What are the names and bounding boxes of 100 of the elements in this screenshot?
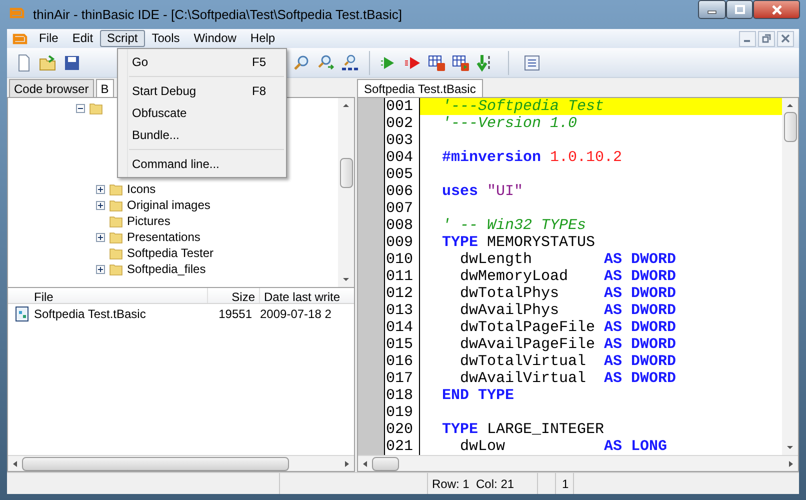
checklist-icon[interactable]	[523, 54, 541, 72]
mdi-close-button[interactable]	[777, 30, 794, 46]
line-number: 016	[384, 353, 420, 370]
code-line: ' -- Win32 TYPEs	[442, 217, 586, 234]
editor-scrollbar-horizontal[interactable]	[358, 455, 798, 471]
tree-item[interactable]: Presentations	[127, 228, 200, 246]
tree-item[interactable]: Softpedia Tester	[127, 244, 214, 262]
locked-table-icon[interactable]	[452, 54, 470, 72]
column-header[interactable]: File	[8, 288, 208, 303]
menu-option[interactable]: Start Debug F8	[118, 80, 286, 102]
line-number: 003	[384, 132, 420, 149]
mdi-minimize-button[interactable]	[739, 30, 756, 46]
window-title: thinAir - thinBasic IDE - [C:\Softpedia\Test\Softpedia Test.tBasic]	[33, 6, 402, 24]
maximize-button[interactable]	[726, 0, 753, 19]
line-number: 006	[384, 183, 420, 200]
scrollbar-thumb[interactable]	[372, 456, 399, 470]
line-number: 002	[384, 115, 420, 132]
expand-icon[interactable]	[96, 184, 105, 194]
menu-item[interactable]: Script	[100, 30, 145, 47]
folder-icon	[109, 214, 123, 228]
menu-item[interactable]: File	[32, 30, 66, 47]
folder-icon	[109, 198, 123, 212]
folder-icon	[109, 182, 123, 196]
menu-item[interactable]: Help	[243, 30, 282, 47]
restore-icon	[762, 34, 771, 43]
save-icon[interactable]	[63, 54, 81, 72]
app-logo-icon	[9, 7, 25, 19]
panel-tab[interactable]: B	[96, 79, 114, 97]
tree-item[interactable]: Original images	[127, 196, 210, 214]
tree-item[interactable]: Pictures	[127, 212, 170, 230]
scrollbar-thumb[interactable]	[340, 158, 352, 188]
folder-icon	[109, 230, 123, 244]
code-line: dwMemoryLoad AS DWORD	[459, 268, 676, 285]
menu-option[interactable]: Command line...	[118, 153, 286, 175]
line-number: 020	[384, 421, 420, 438]
code-line: TYPE LARGE_INTEGER	[442, 421, 604, 438]
folder-icon	[109, 262, 123, 276]
menu-item[interactable]: Edit	[65, 30, 100, 47]
open-folder-icon[interactable]	[39, 54, 57, 72]
code-line: dwAvailPhys AS DWORD	[459, 302, 676, 319]
table-cell-text: 2009-07-18 2	[259, 306, 332, 323]
line-number: 011	[384, 268, 420, 285]
code-line: #minversion 1.0.10.2	[442, 149, 622, 166]
expand-icon[interactable]	[96, 200, 105, 210]
cursor-position: Row: 1 Col: 21	[428, 473, 538, 494]
table-cell-text: 19551	[218, 306, 253, 323]
app-logo-icon	[12, 32, 28, 44]
tree-scrollbar[interactable]	[338, 98, 354, 287]
line-number: 021	[384, 438, 420, 455]
line-number: 001	[384, 98, 420, 115]
scrollbar-thumb[interactable]	[22, 456, 289, 470]
scrollbar-thumb[interactable]	[784, 112, 796, 142]
line-number: 014	[384, 319, 420, 336]
line-number: 019	[384, 404, 420, 421]
code-line: dwAvailVirtual AS DWORD	[459, 370, 676, 387]
menu-item[interactable]: Window	[186, 30, 244, 47]
status-field: 1	[556, 473, 574, 494]
code-line: uses "UI"	[442, 183, 524, 200]
code-line: dwTotalPageFile AS DWORD	[459, 319, 676, 336]
panel-tab[interactable]: Code browser	[9, 79, 94, 97]
line-number: 008	[384, 217, 420, 234]
expand-icon[interactable]	[96, 264, 105, 274]
code-line: TYPE MEMORYSTATUS	[442, 234, 596, 251]
menu-option[interactable]: Obfuscate	[118, 102, 286, 124]
search-icon[interactable]	[293, 54, 311, 72]
expand-icon[interactable]	[96, 232, 105, 242]
replace-icon[interactable]	[341, 54, 359, 72]
file-icon	[14, 306, 30, 322]
mdi-restore-button[interactable]	[758, 30, 775, 46]
menu-option[interactable]: Go F5	[118, 51, 286, 73]
menu-option[interactable]: Bundle...	[118, 124, 286, 146]
close-icon	[781, 34, 790, 43]
folder-icon	[109, 246, 123, 260]
close-icon	[770, 4, 782, 14]
locked-table-icon[interactable]	[428, 54, 446, 72]
tree-item[interactable]: Icons	[127, 180, 156, 198]
code-line: dwAvailPageFile AS DWORD	[459, 336, 676, 353]
find-next-icon[interactable]	[317, 54, 335, 72]
minimize-button[interactable]	[698, 0, 726, 19]
list-scrollbar[interactable]	[8, 455, 354, 471]
line-number: 013	[384, 302, 420, 319]
code-line: dwTotalPhys AS DWORD	[459, 285, 676, 302]
close-button[interactable]	[753, 0, 800, 19]
code-line: '---Version 1.0	[442, 115, 578, 132]
collapse-icon[interactable]	[76, 104, 85, 112]
menu-item[interactable]: Tools	[144, 30, 187, 47]
column-header[interactable]: Size	[208, 288, 260, 303]
line-number: 017	[384, 370, 420, 387]
folder-icon	[89, 101, 103, 115]
column-header[interactable]: Date last write	[260, 288, 340, 303]
line-number: 018	[384, 387, 420, 404]
code-line: END TYPE	[442, 387, 514, 404]
line-number: 007	[384, 200, 420, 217]
tree-item[interactable]: Softpedia_files	[127, 260, 206, 278]
editor-scrollbar[interactable]	[782, 98, 798, 455]
code-line: dwTotalVirtual AS DWORD	[459, 353, 676, 370]
line-number: 004	[384, 149, 420, 166]
line-number: 005	[384, 166, 420, 183]
editor-tab[interactable]: Softpedia Test.tBasic	[357, 79, 483, 97]
code-line: '---Softpedia Test	[442, 98, 604, 115]
